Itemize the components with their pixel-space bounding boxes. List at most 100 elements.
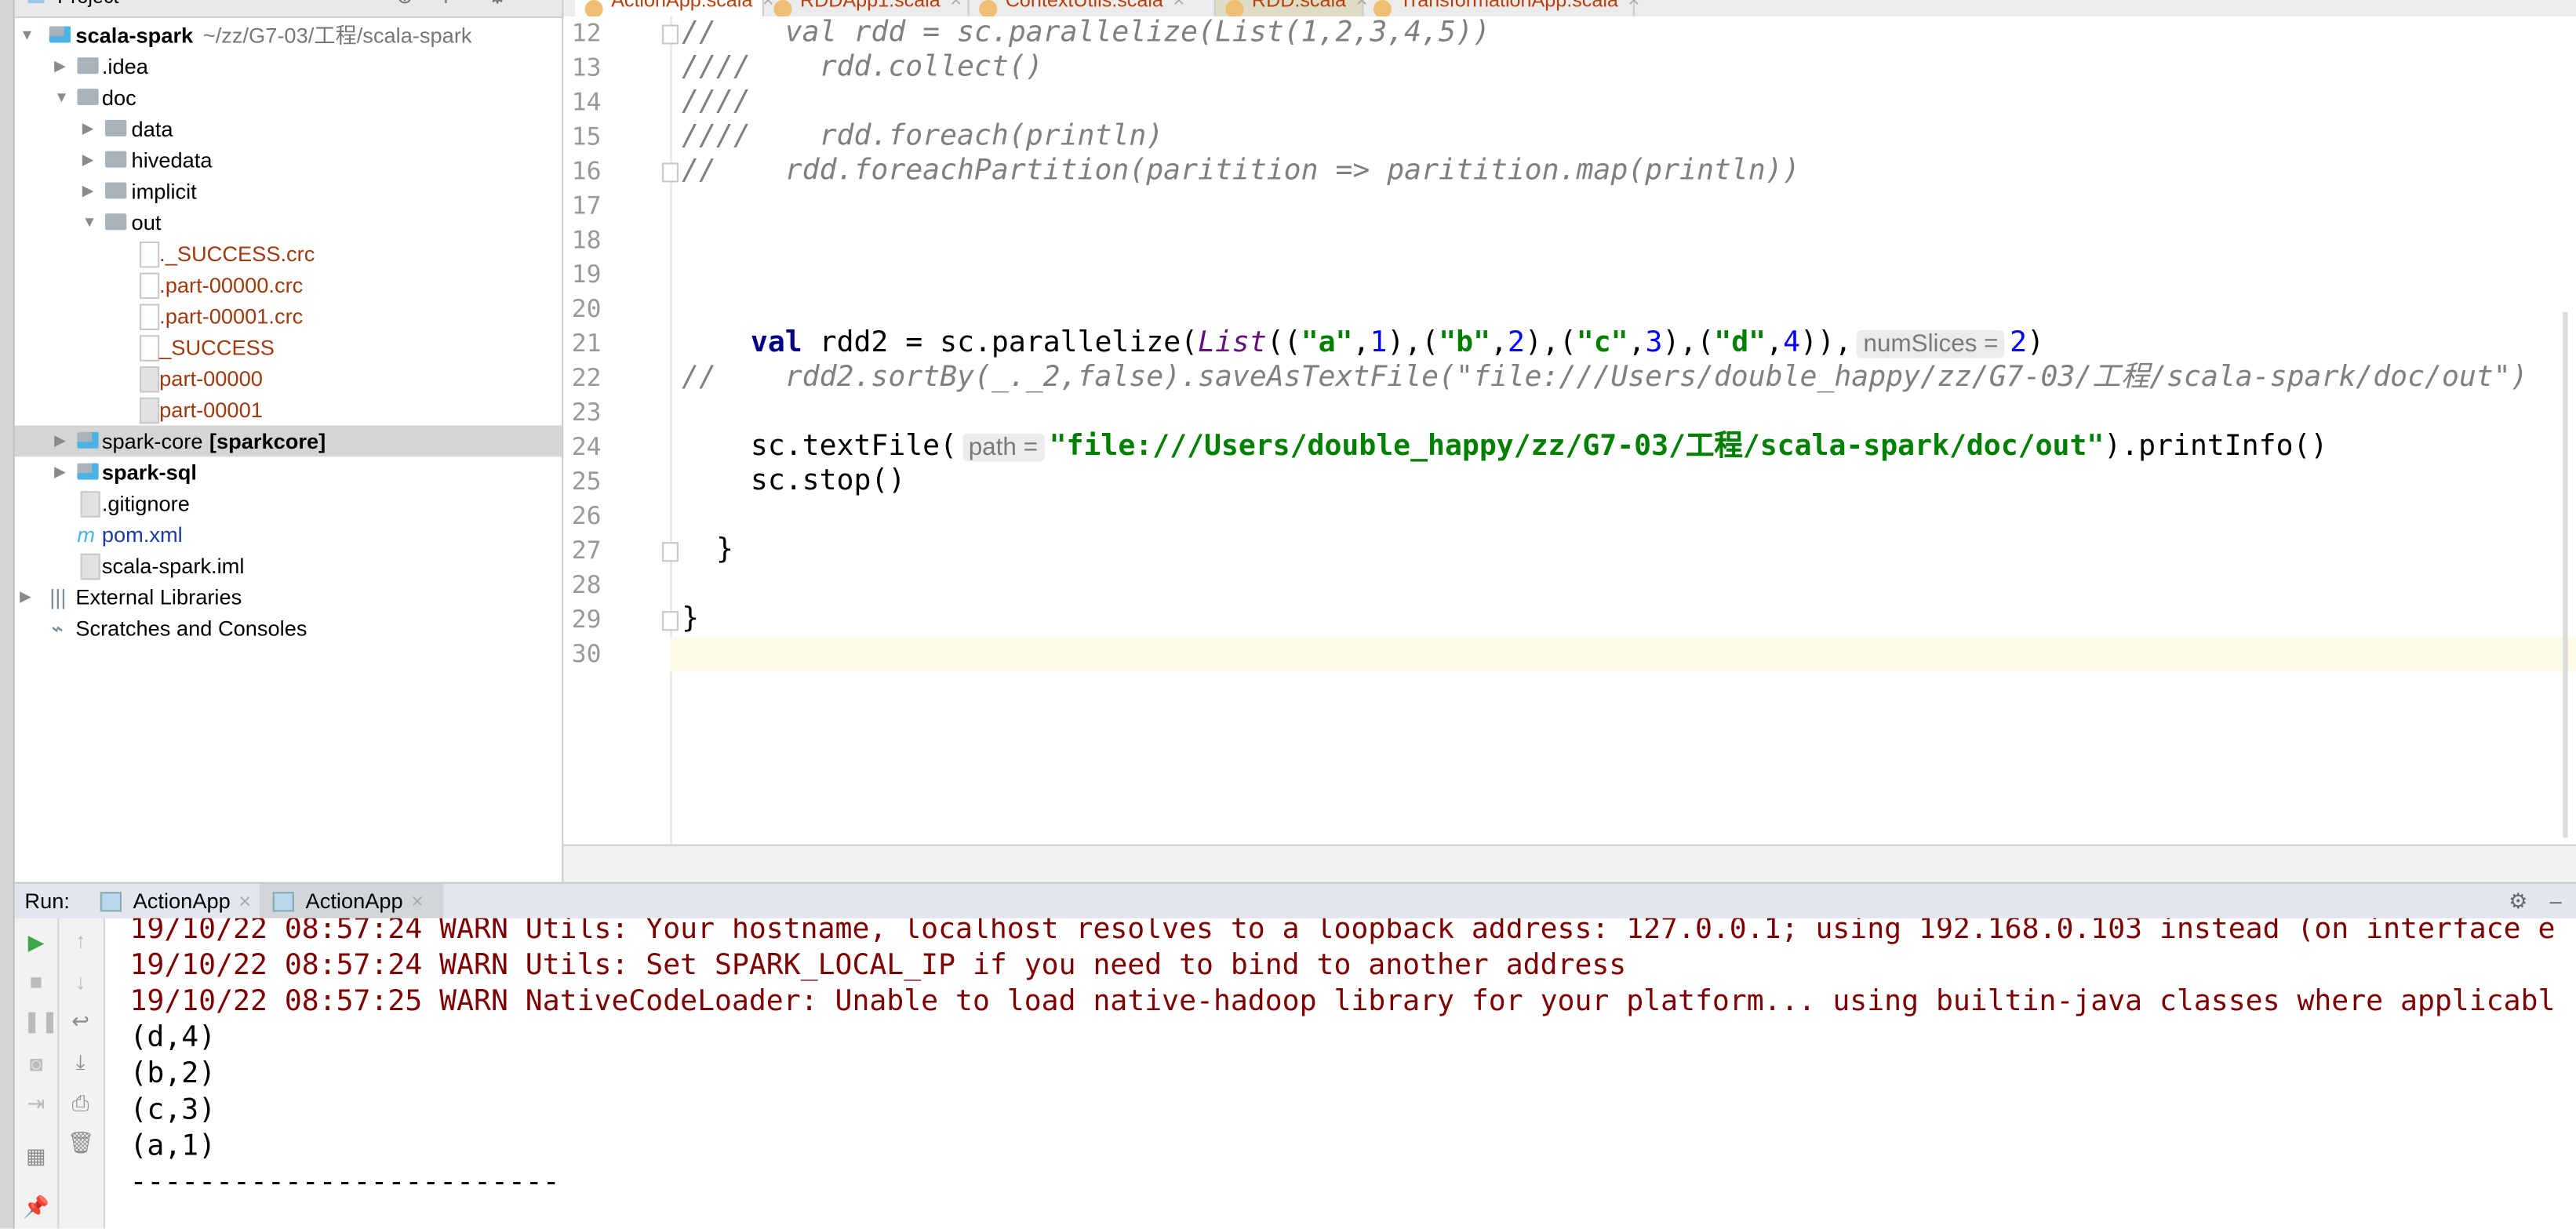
editor-scrollbar[interactable] [2563,311,2568,838]
code-line[interactable] [682,293,2576,327]
code-token: "d" [1714,326,1766,360]
editor-tab[interactable]: RDD.scala × [1215,0,1367,19]
code-line[interactable] [682,224,2576,258]
print-icon[interactable]: ⎙ [67,1091,94,1118]
tree-item[interactable]: .part-00000.crc [15,269,562,300]
chevron-down-icon[interactable]: ▼ [82,207,97,238]
code-line[interactable]: // rdd2.sortBy(_._2,false).saveAsTextFil… [682,362,2576,396]
camera-icon[interactable]: ◙ [23,1051,49,1078]
tree-item[interactable]: ▶ spark-core [sparkcore] [14,425,562,457]
tree-item[interactable]: .part-00001.crc [15,300,562,332]
tree-item[interactable]: ▼ doc [15,82,562,114]
tree-item[interactable]: .gitignore [15,488,562,519]
editor-tab[interactable]: TransformationApp.scala × [1363,0,1639,19]
stop-icon[interactable]: ■ [23,969,49,996]
chevron-right-icon[interactable]: ▶ [82,144,93,176]
rerun-icon[interactable]: ▶ [23,929,49,956]
code-line[interactable]: } [682,534,2576,569]
chevron-right-icon[interactable]: ▶ [54,456,65,488]
scroll-to-end-icon[interactable]: ⤓ [67,1049,94,1076]
fold-marker-icon[interactable] [662,162,679,183]
tree-item[interactable]: ▶ spark-sql [15,456,562,488]
code-line[interactable]: //// [682,85,2576,120]
tree-item[interactable]: ▶ ||| External Libraries [15,581,562,613]
arrow-down-icon[interactable]: ↓ [67,969,94,996]
chevron-right-icon[interactable]: ▶ [54,425,65,456]
code-line[interactable]: // val rdd = sc.parallelize(List(1,2,3,4… [682,16,2576,51]
project-view-selector[interactable]: Project [57,0,118,8]
tree-item[interactable]: ▶ implicit [15,176,562,207]
code-line[interactable] [682,500,2576,534]
file-icon [140,272,160,300]
hide-icon[interactable]: – [527,0,539,8]
code-line[interactable] [682,189,2576,224]
tree-item[interactable]: m pom.xml [15,519,562,551]
arrow-up-icon[interactable]: ↑ [67,928,94,954]
code-line[interactable]: //// rdd.foreach(println) [682,120,2576,155]
chevron-right-icon[interactable]: ▶ [54,51,65,82]
tree-item[interactable]: _SUCCESS [15,332,562,363]
close-icon[interactable]: × [238,889,251,913]
tool-window-strip[interactable] [0,0,15,1229]
code-line[interactable]: // rdd.foreachPartition(paritition => pa… [682,155,2576,189]
tree-item[interactable]: part-00000 [15,363,562,395]
gear-icon[interactable]: ⚙ [488,0,507,10]
tree-item[interactable]: part-00001 [15,395,562,426]
code-line[interactable]: } [682,603,2576,638]
editor-tab[interactable]: RDDApp1.scala × [764,0,970,19]
console-output[interactable]: 19/10/22 08:57:24 WARN Utils: Your hostn… [105,918,2576,1229]
line-gutter: 12 13 14 15 16 17 18 19 20 21 22 23 24 25 26 27 28 29 30 [563,16,679,845]
locate-icon[interactable]: ⊕ [396,0,414,10]
soft-wrap-icon[interactable]: ↩ [67,1009,94,1035]
tree-item[interactable]: ▶ data [15,114,562,145]
gear-icon[interactable]: ⚙ [2509,884,2527,918]
code-line[interactable]: //// rdd.collect() [682,51,2576,85]
import-icon[interactable]: ⇥ [23,1091,49,1118]
code-line[interactable] [682,569,2576,603]
close-icon[interactable]: × [1173,0,1184,12]
run-tab-2[interactable]: ActionApp × [259,883,444,918]
layout-icon[interactable]: ▦ [23,1144,49,1170]
close-icon[interactable]: × [1628,0,1639,12]
collapse-icon[interactable]: ⇞ [437,0,455,10]
chevron-down-icon[interactable]: ▼ [54,82,69,114]
code-line[interactable]: val rdd2 = sc.parallelize(List(("a",1),(… [682,327,2576,362]
tree-item[interactable]: ▼ scala-spark ~/zz/G7-03/工程/scala-spark [15,20,562,51]
code-line[interactable]: sc.stop() [682,465,2576,500]
tree-item[interactable]: ⌁ Scratches and Consoles [15,613,562,644]
tree-item[interactable]: scala-spark.iml [15,551,562,582]
close-icon[interactable]: × [411,889,424,913]
chevron-down-icon[interactable]: ▼ [20,20,35,51]
chevron-right-icon[interactable]: ▶ [82,176,93,207]
tree-item[interactable]: ▶ .idea [15,51,562,82]
fold-marker-icon[interactable] [662,611,679,631]
trash-icon[interactable]: 🗑 [67,1130,95,1157]
close-icon[interactable]: × [950,0,962,12]
tab-label: ActionApp.scala [611,0,753,12]
pause-icon[interactable]: ❚❚ [23,1009,59,1035]
pin-icon[interactable]: 📌 [23,1194,49,1221]
chevron-down-icon[interactable]: ▼ [143,0,159,3]
code-line[interactable] [682,258,2576,293]
chevron-right-icon[interactable]: ▶ [82,114,93,145]
code-editor[interactable]: 12 13 14 15 16 17 18 19 20 21 22 23 24 25 26 27 28 29 30 /… [563,16,2576,845]
fold-marker-icon[interactable] [662,24,679,45]
ide-window: Project ▼ ⊕ ⇞ ⚙ – ▼ scala-spark ~/zz/G7-03… [0,0,2576,1229]
tree-item[interactable]: ▶ hivedata [15,144,562,176]
chevron-right-icon[interactable]: ▶ [20,581,31,613]
panel-splitter[interactable] [563,844,2576,884]
line-number: 30 [571,638,602,669]
editor-tab[interactable]: ContextUtils.scala × [970,0,1216,19]
parameter-hint: path = [962,433,1045,462]
fold-marker-icon[interactable] [662,542,679,562]
code-line[interactable] [682,396,2576,431]
hide-icon[interactable]: – [2550,884,2562,918]
code-token: ),( [1524,326,1577,360]
tree-item[interactable]: ._SUCCESS.crc [15,238,562,270]
editor-tab[interactable]: ActionApp.scala × [575,0,774,19]
line-number: 20 [571,293,602,324]
run-tab-1[interactable]: ActionApp × [87,884,260,918]
tree-item[interactable]: ▼ out [15,207,562,238]
code-line[interactable] [670,637,2576,672]
code-line[interactable]: sc.textFile(path = "file:///Users/double_… [682,431,2576,465]
